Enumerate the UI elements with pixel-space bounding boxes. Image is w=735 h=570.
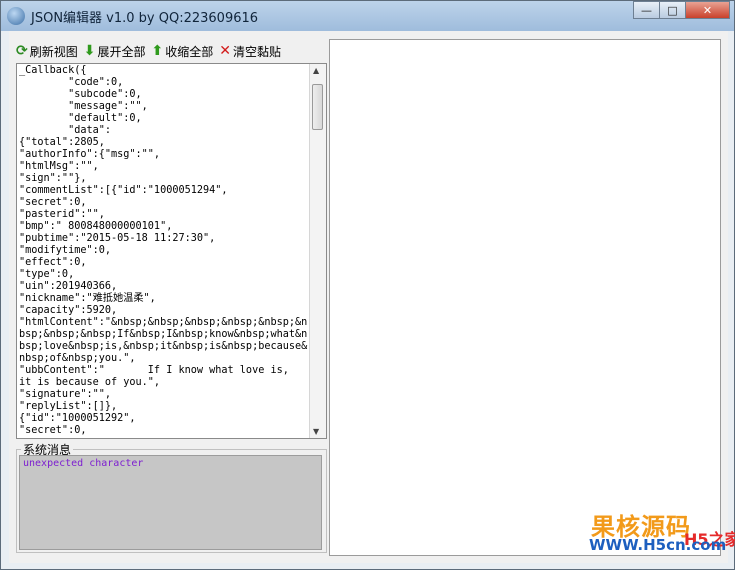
json-tree-view[interactable]	[329, 39, 721, 556]
error-message: unexpected character	[23, 458, 144, 469]
toolbar: ⟳ 刷新视图 ⬇ 展开全部 ⬆ 收缩全部 ✕ 清空黏贴	[16, 40, 327, 62]
watermark-logo: 果核源码 H5之家 WWW.H5cn.com	[589, 507, 735, 569]
app-icon	[7, 7, 25, 25]
app-window: JSON编辑器 v1.0 by QQ:223609616 — □ ✕ ⟳ 刷新视…	[0, 0, 735, 570]
expand-all-button[interactable]: ⬇ 展开全部	[84, 43, 146, 60]
scroll-down-icon[interactable]: ▼	[313, 427, 319, 436]
json-input-editor[interactable]: _Callback({ "code":0, "subcode":0, "mess…	[16, 63, 327, 439]
expand-all-label: 展开全部	[97, 44, 146, 59]
refresh-view-label: 刷新视图	[29, 44, 78, 59]
window-controls: — □ ✕	[633, 1, 730, 21]
clear-paste-button[interactable]: ✕ 清空黏贴	[219, 43, 281, 60]
scroll-thumb[interactable]	[312, 84, 323, 130]
maximize-icon: □	[667, 3, 678, 17]
collapse-all-button[interactable]: ⬆ 收缩全部	[152, 43, 214, 60]
editor-scrollbar[interactable]: ▲ ▼	[309, 64, 326, 438]
maximize-button[interactable]: □	[659, 1, 686, 19]
arrow-down-icon: ⬇	[83, 43, 96, 59]
title-bar[interactable]: JSON编辑器 v1.0 by QQ:223609616 — □ ✕	[1, 1, 734, 31]
minimize-button[interactable]: —	[633, 1, 660, 19]
system-message-box[interactable]: unexpected character	[19, 455, 322, 550]
scroll-up-icon[interactable]: ▲	[313, 66, 319, 75]
refresh-icon: ⟳	[16, 43, 28, 59]
refresh-view-button[interactable]: ⟳ 刷新视图	[16, 43, 78, 60]
window-title: JSON编辑器 v1.0 by QQ:223609616	[31, 11, 259, 26]
json-text[interactable]: _Callback({ "code":0, "subcode":0, "mess…	[19, 65, 309, 437]
close-button[interactable]: ✕	[685, 1, 730, 19]
arrow-up-icon: ⬆	[151, 43, 164, 59]
client-area: ⟳ 刷新视图 ⬇ 展开全部 ⬆ 收缩全部 ✕ 清空黏贴 _Callback({ …	[9, 31, 728, 563]
collapse-all-label: 收缩全部	[165, 44, 214, 59]
close-icon: ✕	[702, 3, 713, 17]
clear-icon: ✕	[219, 43, 231, 59]
clear-paste-label: 清空黏贴	[232, 44, 281, 59]
minimize-icon: —	[641, 3, 652, 17]
watermark-url: WWW.H5cn.com	[589, 536, 727, 554]
